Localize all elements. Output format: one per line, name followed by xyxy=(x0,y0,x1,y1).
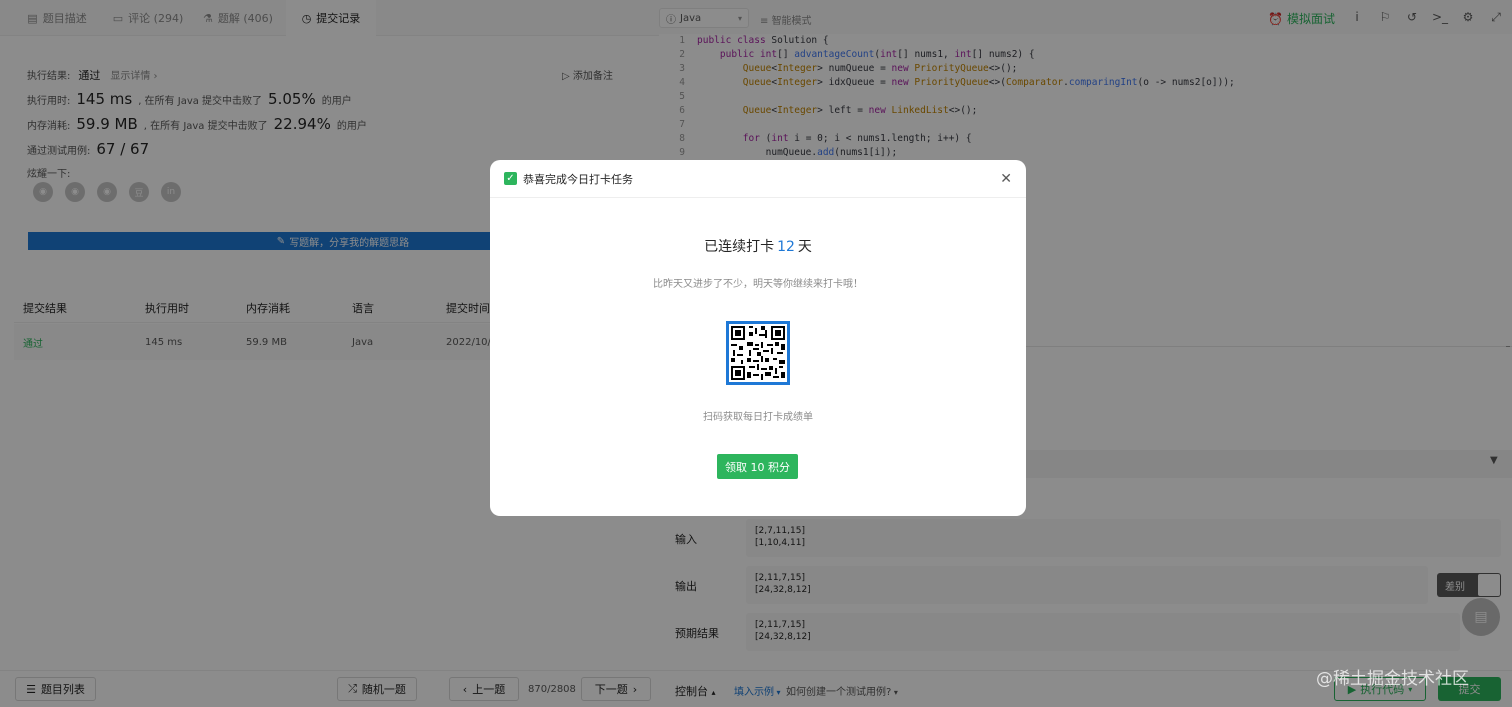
check-mark-icon: ✓ xyxy=(504,172,517,185)
checkin-modal: ✓ 恭喜完成今日打卡任务 ✕ 已连续打卡 12 天 比昨天又进步了不少，明天等你继续… xyxy=(490,160,1026,516)
streak-text: 已连续打卡 12 天 xyxy=(490,236,1026,256)
watermark: @稀土掘金技术社区 xyxy=(1316,669,1469,689)
modal-title: 恭喜完成今日打卡任务 xyxy=(523,172,633,186)
encourage-text: 比昨天又进步了不少，明天等你继续来打卡哦！ xyxy=(653,279,863,290)
qr-code xyxy=(726,321,790,385)
scan-text: 扫码获取每日打卡成绩单 xyxy=(703,412,813,423)
streak-prefix: 已连续打卡 xyxy=(704,239,775,255)
qr-code-image xyxy=(729,324,787,382)
streak-days: 12 xyxy=(777,239,795,255)
modal-header: ✓ 恭喜完成今日打卡任务 ✕ xyxy=(490,160,1026,198)
claim-points-button[interactable]: 领取 10 积分 xyxy=(717,454,798,479)
close-icon[interactable]: ✕ xyxy=(1000,171,1012,187)
streak-suffix: 天 xyxy=(797,239,812,255)
